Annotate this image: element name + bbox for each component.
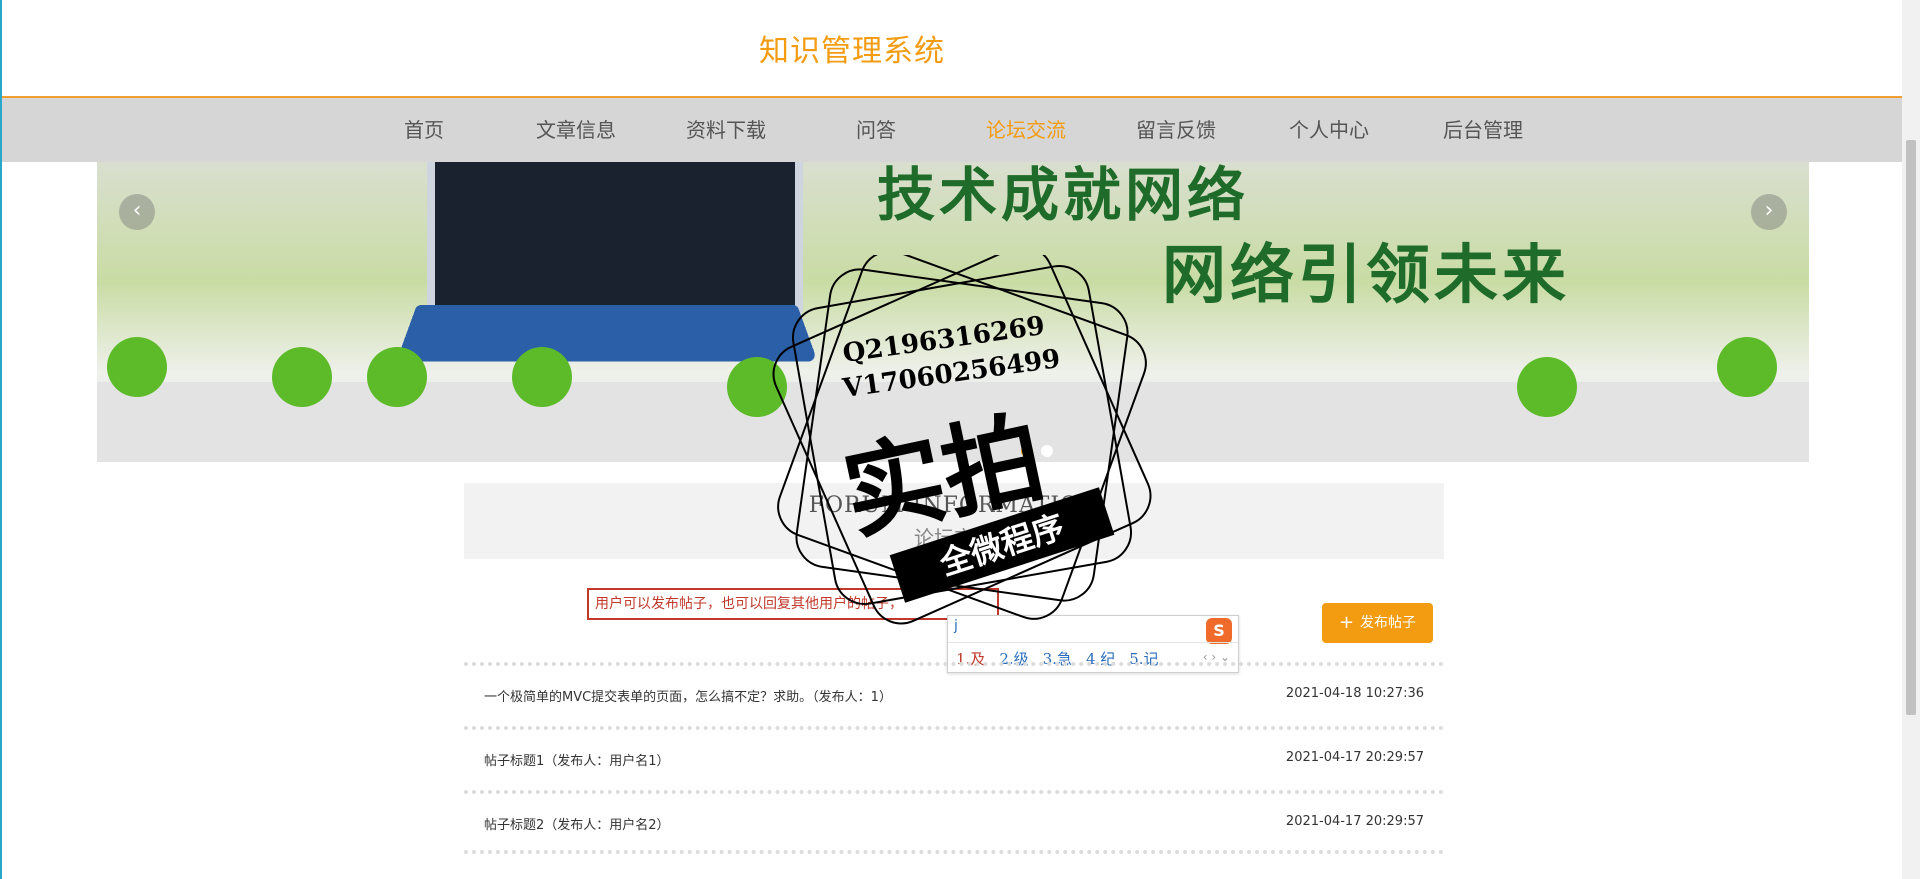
banner-carousel: 技术成就网络 网络引领未来 ‹ ›	[97, 162, 1809, 462]
carousel-dot[interactable]	[1041, 445, 1053, 457]
post-row[interactable]: 一个极简单的MVC提交表单的页面，怎么搞不定？求助。（发布人：1） 2021-0…	[464, 662, 1444, 726]
post-row[interactable]: 帖子标题1（发布人：用户名1） 2021-04-17 20:29:57	[464, 726, 1444, 790]
vertical-scrollbar[interactable]	[1902, 0, 1920, 879]
chevron-left-icon[interactable]: ‹	[119, 194, 155, 230]
page: 知识管理系统 首页 文章信息 资料下载 问答 论坛交流 留言反馈 个人中心 后台…	[0, 0, 1904, 879]
laptop-illustration	[427, 162, 803, 318]
post-row[interactable]: 帖子标题2（发布人：用户名2） 2021-04-17 20:29:57	[464, 790, 1444, 854]
ime-divider	[948, 642, 1238, 643]
sogou-logo-icon: S	[1206, 618, 1232, 644]
carousel-indicators	[1017, 442, 1057, 461]
banner-slogan-1: 技术成就网络	[877, 162, 1250, 229]
banner-slogan-2: 网络引领未来	[1162, 239, 1570, 313]
nav-item-admin[interactable]: 后台管理	[1418, 98, 1548, 162]
plus-icon: +	[1338, 612, 1355, 633]
tree-illustration	[1517, 357, 1577, 417]
tree-illustration	[512, 347, 572, 407]
post-list: 一个极简单的MVC提交表单的页面，怎么搞不定？求助。（发布人：1） 2021-0…	[464, 662, 1444, 854]
section-header: FORUM INFORMATION 论坛交流	[464, 483, 1444, 559]
post-title[interactable]: 帖子标题2（发布人：用户名2）	[484, 814, 670, 833]
post-time: 2021-04-17 20:29:57	[1285, 750, 1424, 765]
site-title: 知识管理系统	[759, 34, 945, 69]
publish-post-button[interactable]: + 发布帖子	[1322, 603, 1433, 643]
main-nav: 首页 文章信息 资料下载 问答 论坛交流 留言反馈 个人中心 后台管理	[2, 98, 1904, 162]
carousel-dot[interactable]	[1021, 445, 1033, 457]
nav-item-qa[interactable]: 问答	[811, 98, 941, 162]
laptop-keyboard-illustration	[396, 305, 818, 362]
nav-item-articles[interactable]: 文章信息	[511, 98, 641, 162]
nav-item-forum[interactable]: 论坛交流	[961, 98, 1091, 162]
tree-illustration	[107, 337, 167, 397]
scrollbar-thumb[interactable]	[1906, 140, 1916, 715]
post-time: 2021-04-18 10:27:36	[1285, 686, 1424, 701]
chevron-right-icon[interactable]: ›	[1751, 194, 1787, 230]
section-title-cn: 论坛交流	[914, 526, 994, 550]
post-title[interactable]: 一个极简单的MVC提交表单的页面，怎么搞不定？求助。（发布人：1）	[484, 686, 892, 705]
tree-illustration	[727, 357, 787, 417]
forum-tip: 用户可以发布帖子，也可以回复其他用户的帖子，	[587, 588, 999, 620]
publish-post-label: 发布帖子	[1360, 615, 1417, 631]
site-header: 知识管理系统	[2, 0, 1904, 98]
tree-illustration	[272, 347, 332, 407]
nav-item-profile[interactable]: 个人中心	[1264, 98, 1394, 162]
nav-item-downloads[interactable]: 资料下载	[661, 98, 791, 162]
nav-item-home[interactable]: 首页	[359, 98, 489, 162]
section-title-en: FORUM INFORMATION	[808, 493, 1100, 518]
post-time: 2021-04-17 20:29:57	[1285, 814, 1424, 829]
ime-composition: j	[954, 618, 958, 634]
post-title[interactable]: 帖子标题1（发布人：用户名1）	[484, 750, 670, 769]
tree-illustration	[367, 347, 427, 407]
nav-item-feedback[interactable]: 留言反馈	[1111, 98, 1241, 162]
tree-illustration	[1717, 337, 1777, 397]
